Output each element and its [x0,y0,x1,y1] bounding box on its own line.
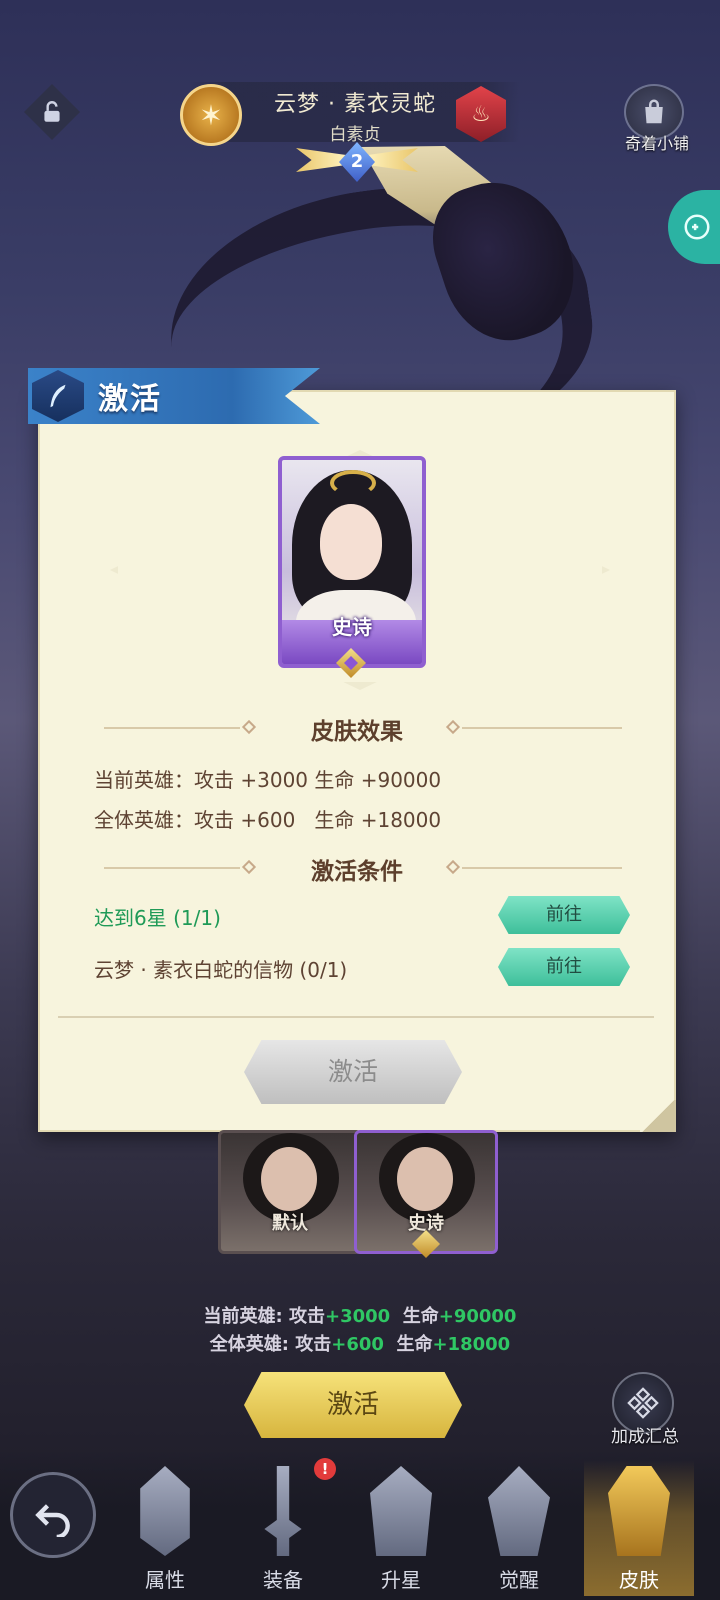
nav-tab-awaken[interactable]: 觉醒 [464,1460,574,1596]
sword-icon [264,1466,302,1556]
condition-token: 云梦 · 素衣白蛇的信物 (0/1) [94,958,348,982]
condition-section-title: 激活条件 [311,859,403,885]
modal-title: 激活 [98,382,162,417]
effect-section-title: 皮肤效果 [311,719,403,745]
modal-header: 激活 [28,368,320,424]
card-hair-ornament [330,470,376,496]
bonus-all-hp-label: 生命 [396,1334,433,1355]
nav-tab-equipment[interactable]: 装备 [228,1460,338,1596]
skin-thumb-face [397,1147,453,1211]
activate-button[interactable]: 激活 [244,1372,462,1438]
modal-activate-button[interactable]: 激活 [244,1040,462,1104]
equipment-alert-badge: ! [314,1458,336,1480]
gamepad-icon [684,214,710,240]
bonus-all-prefix: 全体英雄: 攻击 [209,1334,332,1355]
feather-icon [32,370,84,422]
modal-bottom-divider [58,1016,654,1018]
skin-thumb-default[interactable]: 默认 [218,1130,362,1254]
bonus-summary-label: 加成汇总 [611,1427,679,1447]
card-portrait-face [320,504,382,580]
skin-card: 史诗 [278,456,426,668]
shop-bag-icon [645,99,663,124]
nav-label-equipment: 装备 [263,1568,303,1592]
bonus-current-prefix: 当前英雄: 攻击 [203,1306,325,1327]
bonus-all-attack: +600 [331,1334,384,1355]
card-rarity-label: 史诗 [332,615,372,639]
skin-thumb-face [261,1147,317,1211]
wing-right-icon [366,148,418,172]
modal-page-fold [640,1100,676,1132]
nav-label-star-up: 升星 [381,1568,421,1592]
star-level-badge: 2 [296,142,418,186]
shop-label[interactable]: 奇着小铺 [612,130,702,154]
back-button[interactable] [10,1472,96,1558]
skin-outfit-icon [608,1466,670,1556]
bonus-current-hp-label: 生命 [402,1306,439,1327]
summary-grid-icon [627,1387,659,1419]
nav-label-skin: 皮肤 [619,1568,659,1592]
goto-button-token[interactable]: 前往 [498,948,630,986]
nav-tab-star-up[interactable]: 升星 [346,1460,456,1596]
effect-all-heroes: 全体英雄：攻击 +600 生命 +18000 [94,808,442,832]
goto-button-star[interactable]: 前往 [498,896,630,934]
bonus-all-heroes: 全体英雄: 攻击+600 生命+18000 [0,1330,720,1356]
bonus-all-hp: +18000 [432,1334,511,1355]
effect-current-hero: 当前英雄：攻击 +3000 生命 +90000 [94,768,442,792]
lock-icon [44,101,60,122]
side-tab-button[interactable] [668,190,720,264]
back-arrow-icon [35,1504,70,1537]
wing-left-icon [296,148,348,172]
star-shield-icon [370,1466,432,1556]
skin-label-default: 默认 [272,1213,308,1234]
nav-tab-attributes[interactable]: 属性 [110,1460,220,1596]
star-level-value: 2 [339,142,375,182]
lock-button[interactable] [24,84,80,140]
bonus-current-attack: +3000 [325,1306,391,1327]
bonus-current-hp: +90000 [438,1306,517,1327]
bonus-current-hero: 当前英雄: 攻击+3000 生命+90000 [0,1302,720,1328]
awaken-swirl-icon [488,1466,550,1556]
helmet-icon [140,1466,190,1556]
nav-label-awaken: 觉醒 [499,1568,539,1592]
nav-tab-skin[interactable]: 皮肤 [584,1460,694,1596]
nav-label-attributes: 属性 [145,1568,185,1592]
condition-star-level: 达到6星 (1/1) [94,906,221,930]
faction-emblem-icon: ✶ [180,84,242,146]
